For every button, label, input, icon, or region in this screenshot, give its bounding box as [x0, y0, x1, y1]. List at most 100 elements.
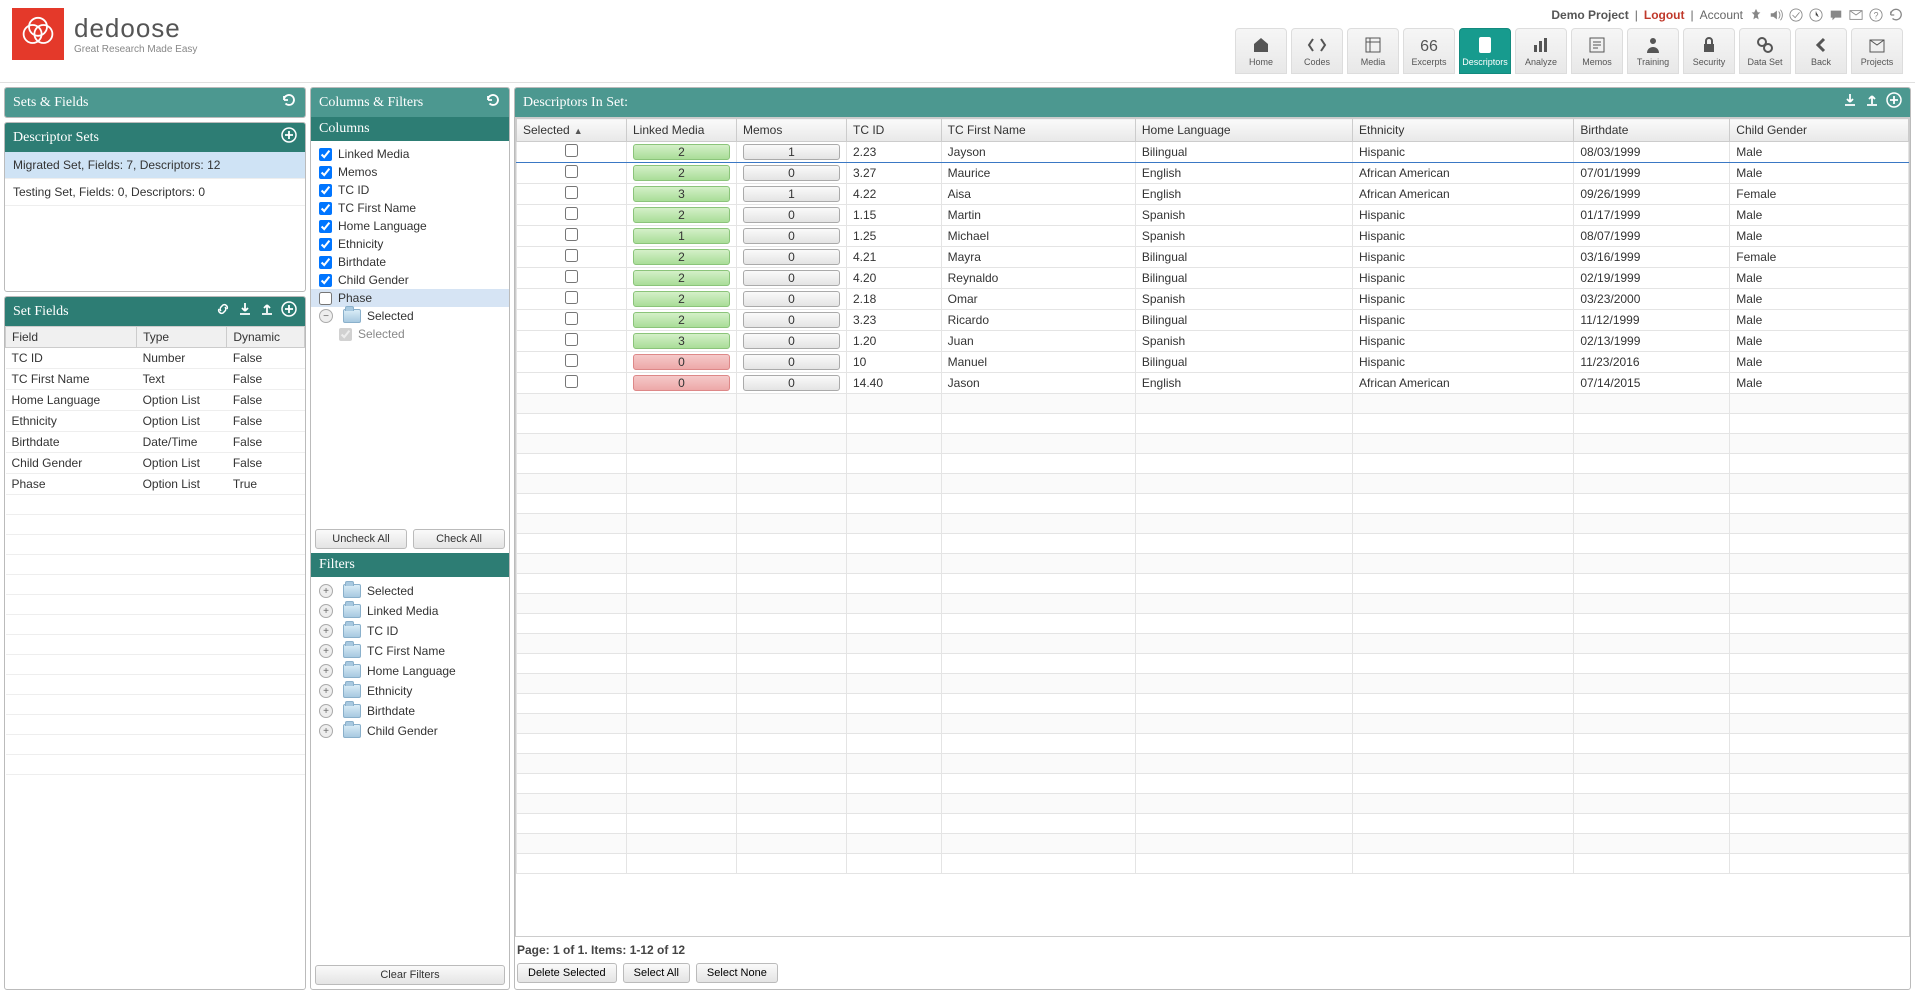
clock-icon[interactable]: [1809, 8, 1823, 22]
table-row[interactable]: 101.25MichaelSpanishHispanic08/07/1999Ma…: [517, 226, 1909, 247]
chat-icon[interactable]: [1829, 8, 1843, 22]
column-checkbox-row[interactable]: TC First Name: [319, 199, 501, 217]
linked-media-pill[interactable]: 1: [633, 228, 730, 244]
grid-header[interactable]: Home Language: [1135, 119, 1352, 142]
linked-media-pill[interactable]: 2: [633, 249, 730, 265]
table-row[interactable]: 0010ManuelBilingualHispanic11/23/2016Mal…: [517, 352, 1909, 373]
table-row[interactable]: 301.20JuanSpanishHispanic02/13/1999Male: [517, 331, 1909, 352]
field-row[interactable]: EthnicityOption ListFalse: [6, 411, 305, 432]
linked-media-pill[interactable]: 2: [633, 207, 730, 223]
row-checkbox[interactable]: [565, 354, 578, 367]
refresh-icon[interactable]: [485, 92, 501, 113]
sound-icon[interactable]: [1769, 8, 1783, 22]
filter-item[interactable]: + Selected: [319, 581, 501, 601]
expand-icon[interactable]: +: [319, 724, 333, 738]
linked-media-pill[interactable]: 2: [633, 270, 730, 286]
selected-folder[interactable]: − Selected: [319, 307, 501, 325]
descriptor-set-item[interactable]: Migrated Set, Fields: 7, Descriptors: 12: [5, 152, 305, 179]
row-checkbox[interactable]: [565, 207, 578, 220]
table-row[interactable]: 314.22AisaEnglishAfrican American09/26/1…: [517, 184, 1909, 205]
field-row[interactable]: BirthdateDate/TimeFalse: [6, 432, 305, 453]
filter-item[interactable]: + Birthdate: [319, 701, 501, 721]
refresh-icon[interactable]: [281, 92, 297, 113]
filter-item[interactable]: + Ethnicity: [319, 681, 501, 701]
nav-codes[interactable]: Codes: [1291, 28, 1343, 74]
memos-pill[interactable]: 1: [743, 144, 840, 160]
expand-icon[interactable]: +: [319, 624, 333, 638]
row-checkbox[interactable]: [565, 270, 578, 283]
row-checkbox[interactable]: [565, 186, 578, 199]
upload-icon[interactable]: [1864, 92, 1880, 113]
linked-media-pill[interactable]: 2: [633, 165, 730, 181]
col-type[interactable]: Type: [137, 327, 227, 348]
row-checkbox[interactable]: [565, 312, 578, 325]
memos-pill[interactable]: 0: [743, 333, 840, 349]
nav-excerpts[interactable]: 66Excerpts: [1403, 28, 1455, 74]
field-row[interactable]: PhaseOption ListTrue: [6, 474, 305, 495]
memos-pill[interactable]: 0: [743, 375, 840, 391]
select-all-button[interactable]: Select All: [623, 963, 690, 983]
linked-media-pill[interactable]: 3: [633, 186, 730, 202]
row-checkbox[interactable]: [565, 291, 578, 304]
expand-icon[interactable]: +: [319, 684, 333, 698]
grid-header[interactable]: TC ID: [847, 119, 942, 142]
column-checkbox-row[interactable]: Linked Media: [319, 145, 501, 163]
row-checkbox[interactable]: [565, 165, 578, 178]
field-row[interactable]: Child GenderOption ListFalse: [6, 453, 305, 474]
check-all-button[interactable]: Check All: [413, 529, 505, 549]
grid-header[interactable]: Selected▲: [517, 119, 627, 142]
logout-link[interactable]: Logout: [1644, 8, 1685, 22]
nav-media[interactable]: Media: [1347, 28, 1399, 74]
filter-item[interactable]: + TC ID: [319, 621, 501, 641]
refresh-icon[interactable]: [1889, 8, 1903, 22]
linked-media-pill[interactable]: 3: [633, 333, 730, 349]
grid-header[interactable]: Memos: [737, 119, 847, 142]
add-icon[interactable]: [281, 301, 297, 322]
table-row[interactable]: 203.27MauriceEnglishAfrican American07/0…: [517, 163, 1909, 184]
field-row[interactable]: TC IDNumberFalse: [6, 348, 305, 369]
col-dynamic[interactable]: Dynamic: [227, 327, 305, 348]
table-row[interactable]: 204.21MayraBilingualHispanic03/16/1999Fe…: [517, 247, 1909, 268]
grid-header[interactable]: TC First Name: [941, 119, 1135, 142]
column-checkbox[interactable]: [319, 166, 332, 179]
expand-icon[interactable]: +: [319, 644, 333, 658]
check-icon[interactable]: [1789, 8, 1803, 22]
column-checkbox-row[interactable]: Child Gender: [319, 271, 501, 289]
filter-item[interactable]: + Home Language: [319, 661, 501, 681]
column-checkbox[interactable]: [319, 292, 332, 305]
table-row[interactable]: 202.18OmarSpanishHispanic03/23/2000Male: [517, 289, 1909, 310]
memos-pill[interactable]: 1: [743, 186, 840, 202]
linked-media-pill[interactable]: 2: [633, 291, 730, 307]
link-icon[interactable]: [215, 301, 231, 322]
nav-back[interactable]: Back: [1795, 28, 1847, 74]
column-checkbox-row[interactable]: Birthdate: [319, 253, 501, 271]
column-checkbox[interactable]: [319, 274, 332, 287]
table-row[interactable]: 204.20ReynaldoBilingualHispanic02/19/199…: [517, 268, 1909, 289]
expand-icon[interactable]: +: [319, 604, 333, 618]
linked-media-pill[interactable]: 0: [633, 354, 730, 370]
expand-icon[interactable]: +: [319, 584, 333, 598]
help-icon[interactable]: ?: [1869, 8, 1883, 22]
grid-header[interactable]: Linked Media: [627, 119, 737, 142]
column-checkbox-row[interactable]: Memos: [319, 163, 501, 181]
memos-pill[interactable]: 0: [743, 165, 840, 181]
memos-pill[interactable]: 0: [743, 249, 840, 265]
table-row[interactable]: 201.15MartinSpanishHispanic01/17/1999Mal…: [517, 205, 1909, 226]
memos-pill[interactable]: 0: [743, 291, 840, 307]
nav-training[interactable]: Training: [1627, 28, 1679, 74]
col-field[interactable]: Field: [6, 327, 137, 348]
linked-media-pill[interactable]: 2: [633, 144, 730, 160]
descriptor-set-item[interactable]: Testing Set, Fields: 0, Descriptors: 0: [5, 179, 305, 206]
download-icon[interactable]: [237, 301, 253, 322]
column-checkbox[interactable]: [319, 202, 332, 215]
row-checkbox[interactable]: [565, 249, 578, 262]
nav-analyze[interactable]: Analyze: [1515, 28, 1567, 74]
grid-header[interactable]: Birthdate: [1574, 119, 1730, 142]
memos-pill[interactable]: 0: [743, 354, 840, 370]
filter-item[interactable]: + Child Gender: [319, 721, 501, 741]
grid-header[interactable]: Ethnicity: [1353, 119, 1574, 142]
delete-selected-button[interactable]: Delete Selected: [517, 963, 617, 983]
row-checkbox[interactable]: [565, 333, 578, 346]
filter-item[interactable]: + TC First Name: [319, 641, 501, 661]
nav-home[interactable]: Home: [1235, 28, 1287, 74]
